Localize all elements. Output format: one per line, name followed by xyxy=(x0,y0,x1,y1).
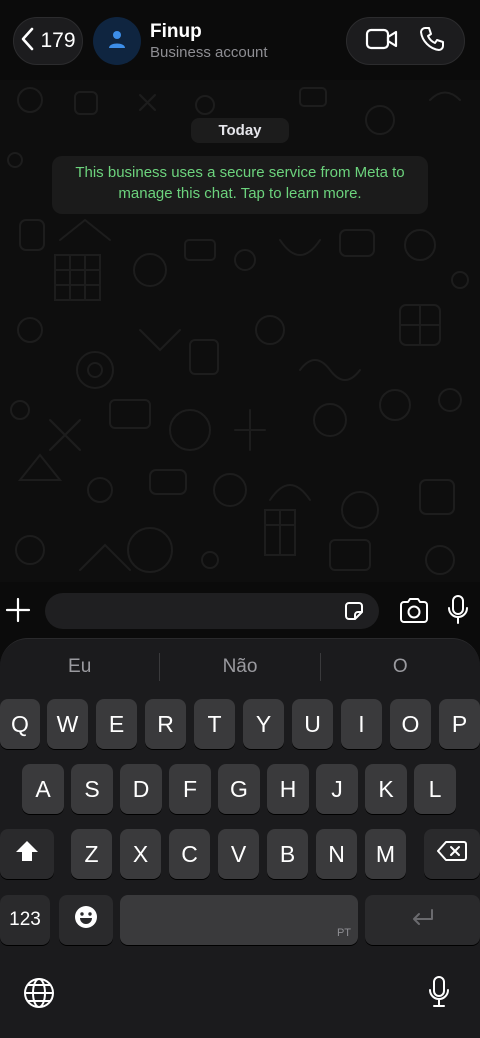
shift-icon xyxy=(14,839,40,869)
chat-area[interactable]: Today This business uses a secure servic… xyxy=(0,80,480,582)
key-w[interactable]: W xyxy=(47,699,88,749)
key-s[interactable]: S xyxy=(71,764,113,814)
numbers-key[interactable]: 123 xyxy=(0,895,50,945)
key-m[interactable]: M xyxy=(365,829,406,879)
key-c[interactable]: C xyxy=(169,829,210,879)
key-y[interactable]: Y xyxy=(243,699,284,749)
phone-icon[interactable] xyxy=(418,25,446,58)
person-icon xyxy=(107,29,127,54)
emoji-key[interactable] xyxy=(59,895,113,945)
message-composer xyxy=(0,582,480,638)
key-k[interactable]: K xyxy=(365,764,407,814)
key-z[interactable]: Z xyxy=(71,829,112,879)
suggestion-item[interactable]: Eu xyxy=(0,656,159,678)
key-j[interactable]: J xyxy=(316,764,358,814)
avatar[interactable] xyxy=(93,17,141,65)
microphone-icon[interactable] xyxy=(428,975,450,1009)
key-t[interactable]: T xyxy=(194,699,235,749)
key-e[interactable]: E xyxy=(96,699,137,749)
emoji-icon xyxy=(73,904,99,936)
key-f[interactable]: F xyxy=(169,764,211,814)
video-icon[interactable] xyxy=(365,27,399,56)
space-key[interactable]: PT xyxy=(120,895,358,945)
system-message[interactable]: This business uses a secure service from… xyxy=(52,156,428,214)
key-x[interactable]: X xyxy=(120,829,161,879)
key-v[interactable]: V xyxy=(218,829,259,879)
camera-icon[interactable] xyxy=(398,597,430,625)
key-a[interactable]: A xyxy=(22,764,64,814)
backspace-icon xyxy=(437,840,467,868)
microphone-icon[interactable] xyxy=(446,594,470,626)
key-g[interactable]: G xyxy=(218,764,260,814)
key-p[interactable]: P xyxy=(439,699,480,749)
key-u[interactable]: U xyxy=(292,699,333,749)
key-b[interactable]: B xyxy=(267,829,308,879)
contact-subtitle: Business account xyxy=(150,44,268,61)
key-l[interactable]: L xyxy=(414,764,456,814)
return-key[interactable] xyxy=(365,895,480,945)
sticker-icon[interactable] xyxy=(342,599,366,623)
suggestion-item[interactable]: O xyxy=(321,656,480,678)
key-h[interactable]: H xyxy=(267,764,309,814)
backspace-key[interactable] xyxy=(424,829,480,879)
key-q[interactable]: Q xyxy=(0,699,40,749)
keyboard: Eu Não O Q W E R T Y U I O P A S D F G H… xyxy=(0,638,480,1038)
suggestion-item[interactable]: Não xyxy=(160,656,319,678)
unread-count: 179 xyxy=(40,29,76,52)
chat-header: 179 Finup Business account xyxy=(0,0,480,80)
key-o[interactable]: O xyxy=(390,699,431,749)
return-icon xyxy=(410,907,436,934)
suggestion-bar: Eu Não O xyxy=(0,639,480,695)
date-separator: Today xyxy=(191,118,289,143)
plus-icon[interactable] xyxy=(4,596,32,624)
chevron-left-icon xyxy=(20,27,36,56)
space-language-label: PT xyxy=(336,927,351,939)
call-buttons xyxy=(346,17,465,65)
globe-icon[interactable] xyxy=(23,977,55,1009)
key-n[interactable]: N xyxy=(316,829,357,879)
contact-info[interactable]: Finup Business account xyxy=(150,21,268,62)
key-i[interactable]: I xyxy=(341,699,382,749)
back-button[interactable]: 179 xyxy=(13,17,83,65)
key-r[interactable]: R xyxy=(145,699,186,749)
contact-name: Finup xyxy=(150,21,202,42)
key-d[interactable]: D xyxy=(120,764,162,814)
shift-key[interactable] xyxy=(0,829,54,879)
message-input[interactable] xyxy=(45,593,379,629)
